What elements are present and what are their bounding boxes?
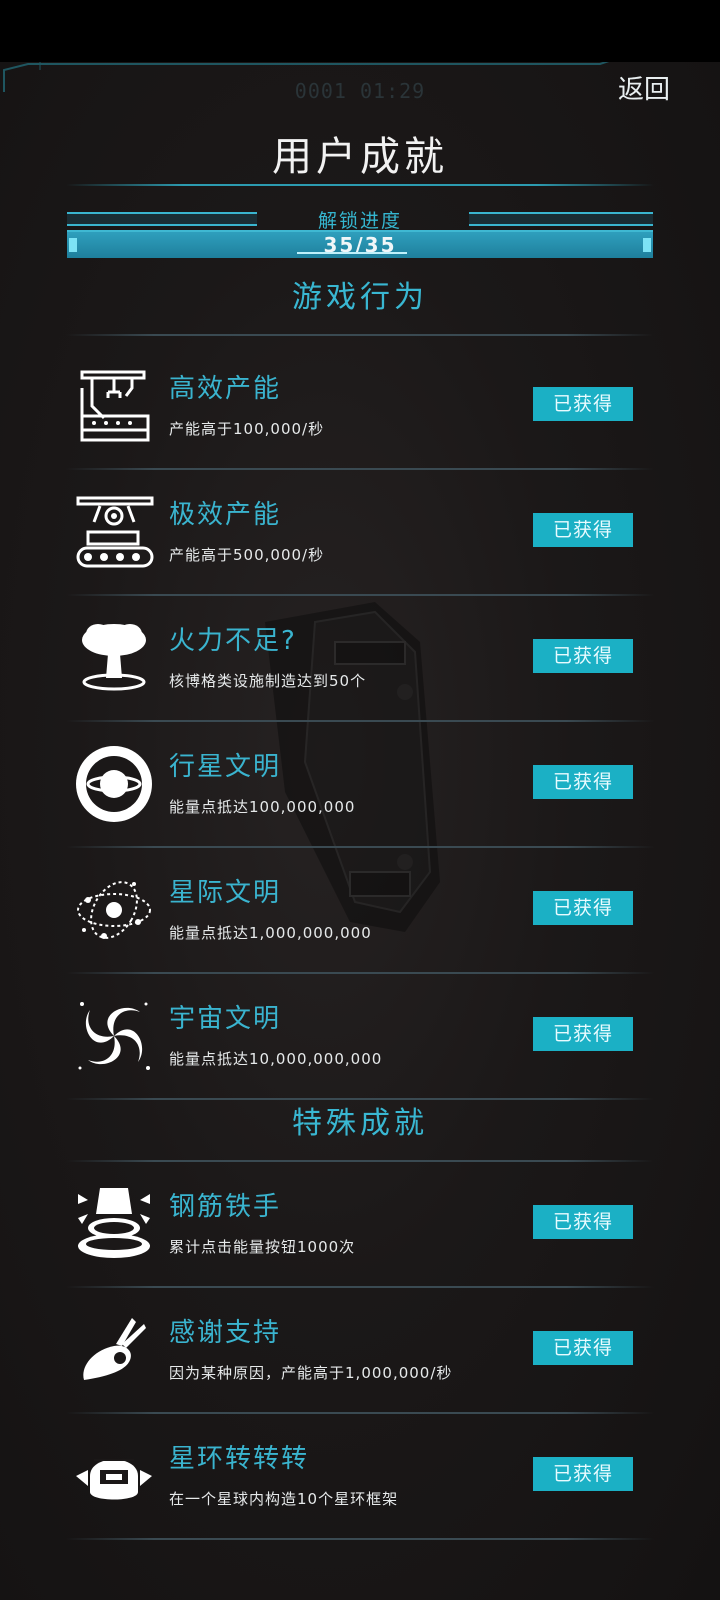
achievement-item: 星际文明 能量点抵达1,000,000,000 已获得 <box>66 846 654 972</box>
achievement-item: 星环转转转 在一个星球内构造10个星环框架 已获得 <box>66 1412 654 1538</box>
achievement-name: 星际文明 <box>169 878 282 908</box>
progress-label: 解锁进度 <box>317 210 402 232</box>
achievement-item: 感谢支持 因为某种原因，产能高于1,000,000/秒 已获得 <box>66 1286 654 1412</box>
title-divider <box>66 184 654 186</box>
achievement-item: 宇宙文明 能量点抵达10,000,000,000 已获得 <box>66 972 654 1098</box>
achievement-item: 钢筋铁手 累计点击能量按钮1000次 已获得 <box>66 1160 654 1286</box>
achievement-name: 火力不足? <box>169 626 297 656</box>
achievement-name: 极效产能 <box>169 500 282 530</box>
achievement-desc: 核博格类设施制造达到50个 <box>169 672 367 690</box>
page-title: 用户成就 <box>272 134 448 180</box>
achievement-item: 行星文明 能量点抵达100,000,000 已获得 <box>66 720 654 846</box>
star-system-icon <box>77 881 151 939</box>
achievement-status-badge: 已获得 <box>533 765 633 799</box>
ringed-planet-icon <box>76 746 152 822</box>
achievement-item: 极效产能 产能高于500,000/秒 已获得 <box>66 468 654 594</box>
mushroom-cloud-icon <box>82 624 146 691</box>
galaxy-spiral-icon <box>78 1002 150 1070</box>
conveyor-factory-icon <box>76 496 154 568</box>
achievement-name: 行星文明 <box>169 752 282 782</box>
section-title-special: 特殊成就 <box>292 1106 428 1141</box>
achievement-desc: 累计点击能量按钮1000次 <box>169 1238 356 1256</box>
divider <box>66 334 654 336</box>
achievement-name: 感谢支持 <box>169 1318 282 1348</box>
achievement-status-badge: 已获得 <box>533 1017 633 1051</box>
achievement-status-badge: 已获得 <box>533 891 633 925</box>
factory-robot-arm-icon <box>80 370 150 442</box>
progress-underline <box>297 252 407 254</box>
achievement-status-badge: 已获得 <box>533 387 633 421</box>
achievement-desc: 能量点抵达1,000,000,000 <box>169 924 372 942</box>
achievement-desc: 能量点抵达100,000,000 <box>169 798 356 816</box>
back-button[interactable]: 返回 <box>612 72 676 108</box>
achievements-screen: 0001 01:29 返回 用户成就 解锁进度 35/35 游戏行为 高效产能 … <box>0 62 720 1600</box>
section-title-game-behavior: 游戏行为 <box>292 280 428 315</box>
achievement-name: 钢筋铁手 <box>169 1192 282 1222</box>
achievement-status-badge: 已获得 <box>533 639 633 673</box>
achievement-status-badge: 已获得 <box>533 1205 633 1239</box>
achievement-name: 高效产能 <box>169 374 282 404</box>
ok-hand-icon <box>83 1318 146 1380</box>
status-bar <box>0 0 720 62</box>
achievement-item: 高效产能 产能高于100,000/秒 已获得 <box>66 342 654 468</box>
achievement-status-badge: 已获得 <box>533 1457 633 1491</box>
achievement-desc: 在一个星球内构造10个星环框架 <box>169 1490 399 1508</box>
game-timer: 0001 01:29 <box>294 79 426 103</box>
progress-count: 35/35 <box>323 233 397 257</box>
star-ring-helmet-icon <box>76 1459 152 1500</box>
press-button-icon <box>78 1188 150 1258</box>
achievement-item: 火力不足? 核博格类设施制造达到50个 已获得 <box>66 594 654 720</box>
unlock-progress: 解锁进度 35/35 <box>67 206 653 258</box>
achievement-desc: 能量点抵达10,000,000,000 <box>169 1050 383 1068</box>
achievement-desc: 因为某种原因，产能高于1,000,000/秒 <box>169 1364 453 1382</box>
achievement-status-badge: 已获得 <box>533 1331 633 1365</box>
achievement-name: 星环转转转 <box>169 1444 310 1474</box>
achievement-name: 宇宙文明 <box>169 1004 282 1034</box>
achievement-desc: 产能高于100,000/秒 <box>169 420 325 438</box>
divider <box>66 1538 654 1540</box>
achievement-desc: 产能高于500,000/秒 <box>169 546 325 564</box>
achievement-status-badge: 已获得 <box>533 513 633 547</box>
